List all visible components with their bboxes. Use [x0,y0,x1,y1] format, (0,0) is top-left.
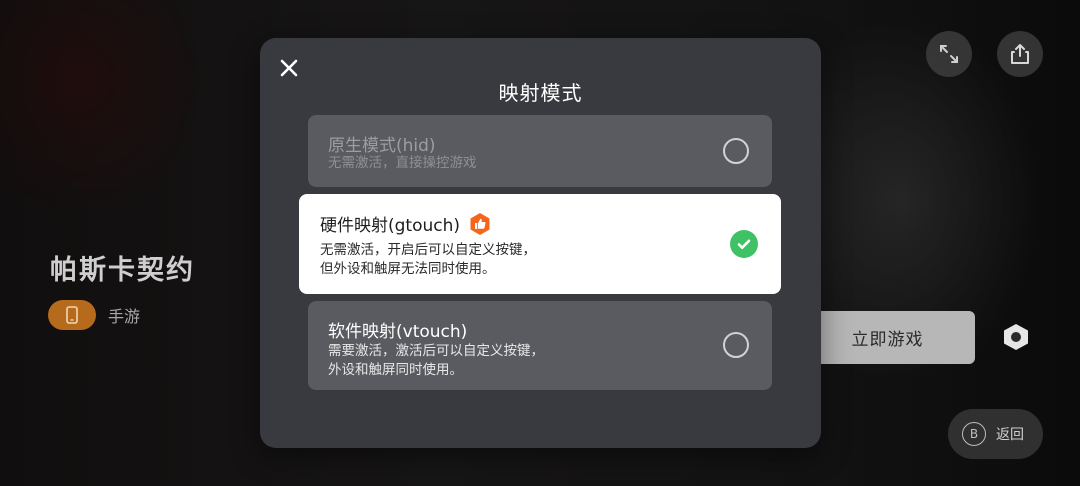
close-icon [280,59,298,77]
option-software-vtouch[interactable]: 软件映射(vtouch) 需要激活，激活后可以自定义按键， 外设和触屏同时使用。 [308,301,772,390]
play-now-button[interactable]: 立即游戏 [800,311,975,364]
option-desc-line: 外设和触屏同时使用。 [328,362,463,378]
platform-label: 手游 [108,307,141,326]
thumbs-up-icon [468,212,492,236]
option-hardware-gtouch[interactable]: 硬件映射(gtouch) 无需激活，开启后可以自定义按键， 但外设和触屏无法同时… [299,194,781,294]
option-native-hid[interactable]: 原生模式(hid) 无需激活，直接操控游戏 [308,115,772,187]
option-desc-line: 需要激活，激活后可以自定义按键， [328,343,544,359]
fullscreen-button[interactable] [926,31,972,77]
b-key-icon: B [962,422,986,446]
option-desc-line: 但外设和触屏无法同时使用。 [320,261,496,277]
option-title: 软件映射(vtouch) [328,322,468,342]
share-button[interactable] [997,31,1043,77]
option-desc-line: 无需激活，直接操控游戏 [328,155,477,171]
radio-unselected[interactable] [723,332,749,358]
option-title: 原生模式(hid) [328,136,436,156]
game-title: 帕斯卡契约 [50,255,195,286]
radio-unselected[interactable] [723,138,749,164]
back-button[interactable]: B 返回 [948,409,1043,459]
expand-icon [940,45,958,63]
settings-hex-icon [1004,324,1028,350]
phone-icon [48,300,96,330]
dialog-title: 映射模式 [498,81,583,105]
mapping-mode-dialog: 映射模式 原生模式(hid) 无需激活，直接操控游戏 硬件映射(gtouch) … [260,38,821,448]
option-desc-line: 无需激活，开启后可以自定义按键， [320,242,536,258]
settings-button[interactable] [996,317,1036,357]
share-icon [1011,44,1029,64]
back-label: 返回 [996,427,1024,443]
option-title: 硬件映射(gtouch) [320,216,461,236]
game-platform-tag: 手游 [48,300,140,330]
check-selected-icon[interactable] [730,230,758,258]
